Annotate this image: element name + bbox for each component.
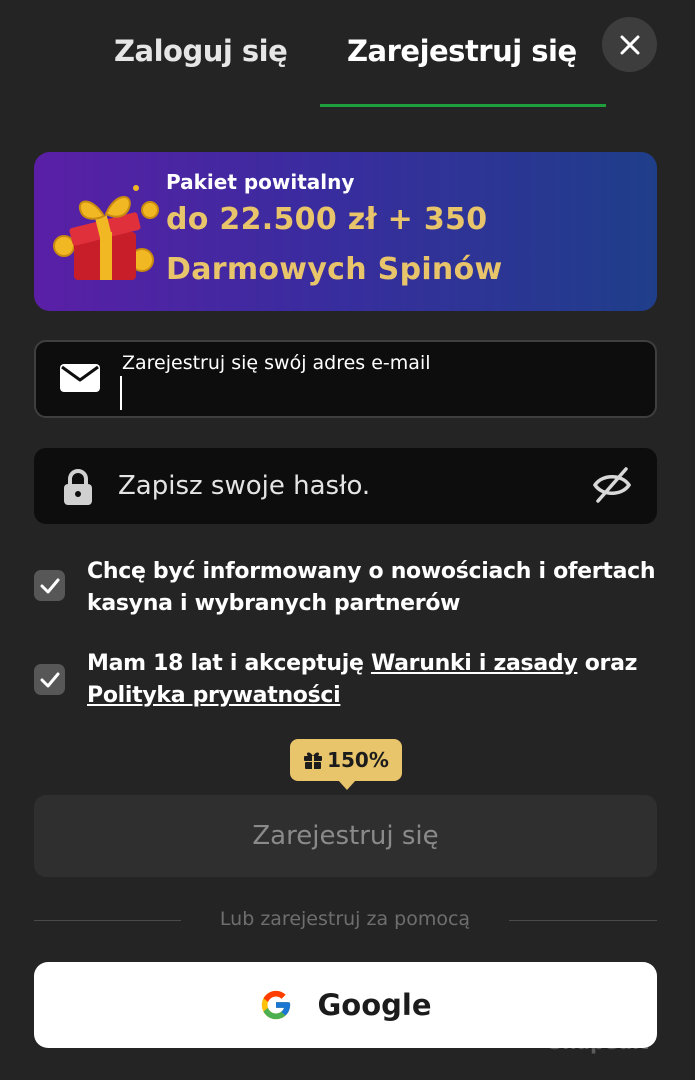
terms-checkbox[interactable] bbox=[34, 664, 65, 695]
eye-off-icon[interactable] bbox=[592, 466, 632, 504]
check-icon bbox=[40, 578, 59, 593]
active-tab-indicator bbox=[320, 104, 606, 107]
newsletter-consent-text: Chcę być informowany o nowościach i ofer… bbox=[87, 559, 656, 616]
watermark-text: Snapedit bbox=[548, 1030, 649, 1054]
lock-icon bbox=[64, 469, 92, 505]
gift-icon bbox=[304, 752, 323, 769]
privacy-policy-link[interactable]: Polityka prywatności bbox=[87, 683, 341, 708]
terms-link[interactable]: Warunki i zasady bbox=[371, 651, 578, 676]
welcome-package-banner[interactable]: Pakiet powitalny do 22.500 zł + 350 Darm… bbox=[34, 152, 657, 311]
terms-prefix: Mam 18 lat i akceptuję bbox=[87, 651, 364, 676]
close-icon bbox=[620, 35, 639, 54]
banner-title: Pakiet powitalny bbox=[166, 170, 355, 194]
password-input[interactable] bbox=[118, 466, 568, 506]
check-icon bbox=[40, 672, 59, 687]
register-button[interactable]: Zarejestruj się bbox=[34, 795, 657, 877]
email-input[interactable] bbox=[120, 376, 620, 410]
social-divider-text: Lub zarejestruj za pomocą bbox=[219, 908, 471, 930]
tab-login[interactable]: Zaloguj się bbox=[114, 34, 288, 68]
watermark: Snapedit bbox=[548, 1030, 649, 1054]
password-field-container bbox=[34, 448, 657, 524]
bonus-badge-value: 150% bbox=[327, 748, 389, 772]
bonus-badge: 150% bbox=[290, 739, 402, 790]
google-button-label: Google bbox=[317, 988, 432, 1022]
email-field-container: Zarejestruj się swój adres e-mail bbox=[34, 340, 657, 418]
google-logo-icon bbox=[262, 990, 291, 1020]
divider-line-right bbox=[509, 920, 657, 921]
terms-middle: oraz bbox=[584, 651, 638, 676]
divider-line-left bbox=[34, 920, 181, 921]
banner-free-spins: Darmowych Spinów bbox=[166, 252, 503, 287]
newsletter-checkbox[interactable] bbox=[34, 570, 65, 601]
close-button[interactable] bbox=[602, 17, 657, 72]
banner-bonus-amount: do 22.500 zł + 350 bbox=[166, 202, 488, 237]
email-field-label: Zarejestruj się swój adres e-mail bbox=[122, 352, 431, 374]
auth-tabs: Zaloguj się Zarejestruj się bbox=[0, 0, 695, 108]
mail-icon bbox=[60, 364, 100, 392]
tab-register[interactable]: Zarejestruj się bbox=[347, 34, 577, 68]
gift-coins-icon bbox=[53, 185, 159, 280]
terms-consent-text: Mam 18 lat i akceptuję Warunki i zasady … bbox=[87, 648, 662, 712]
